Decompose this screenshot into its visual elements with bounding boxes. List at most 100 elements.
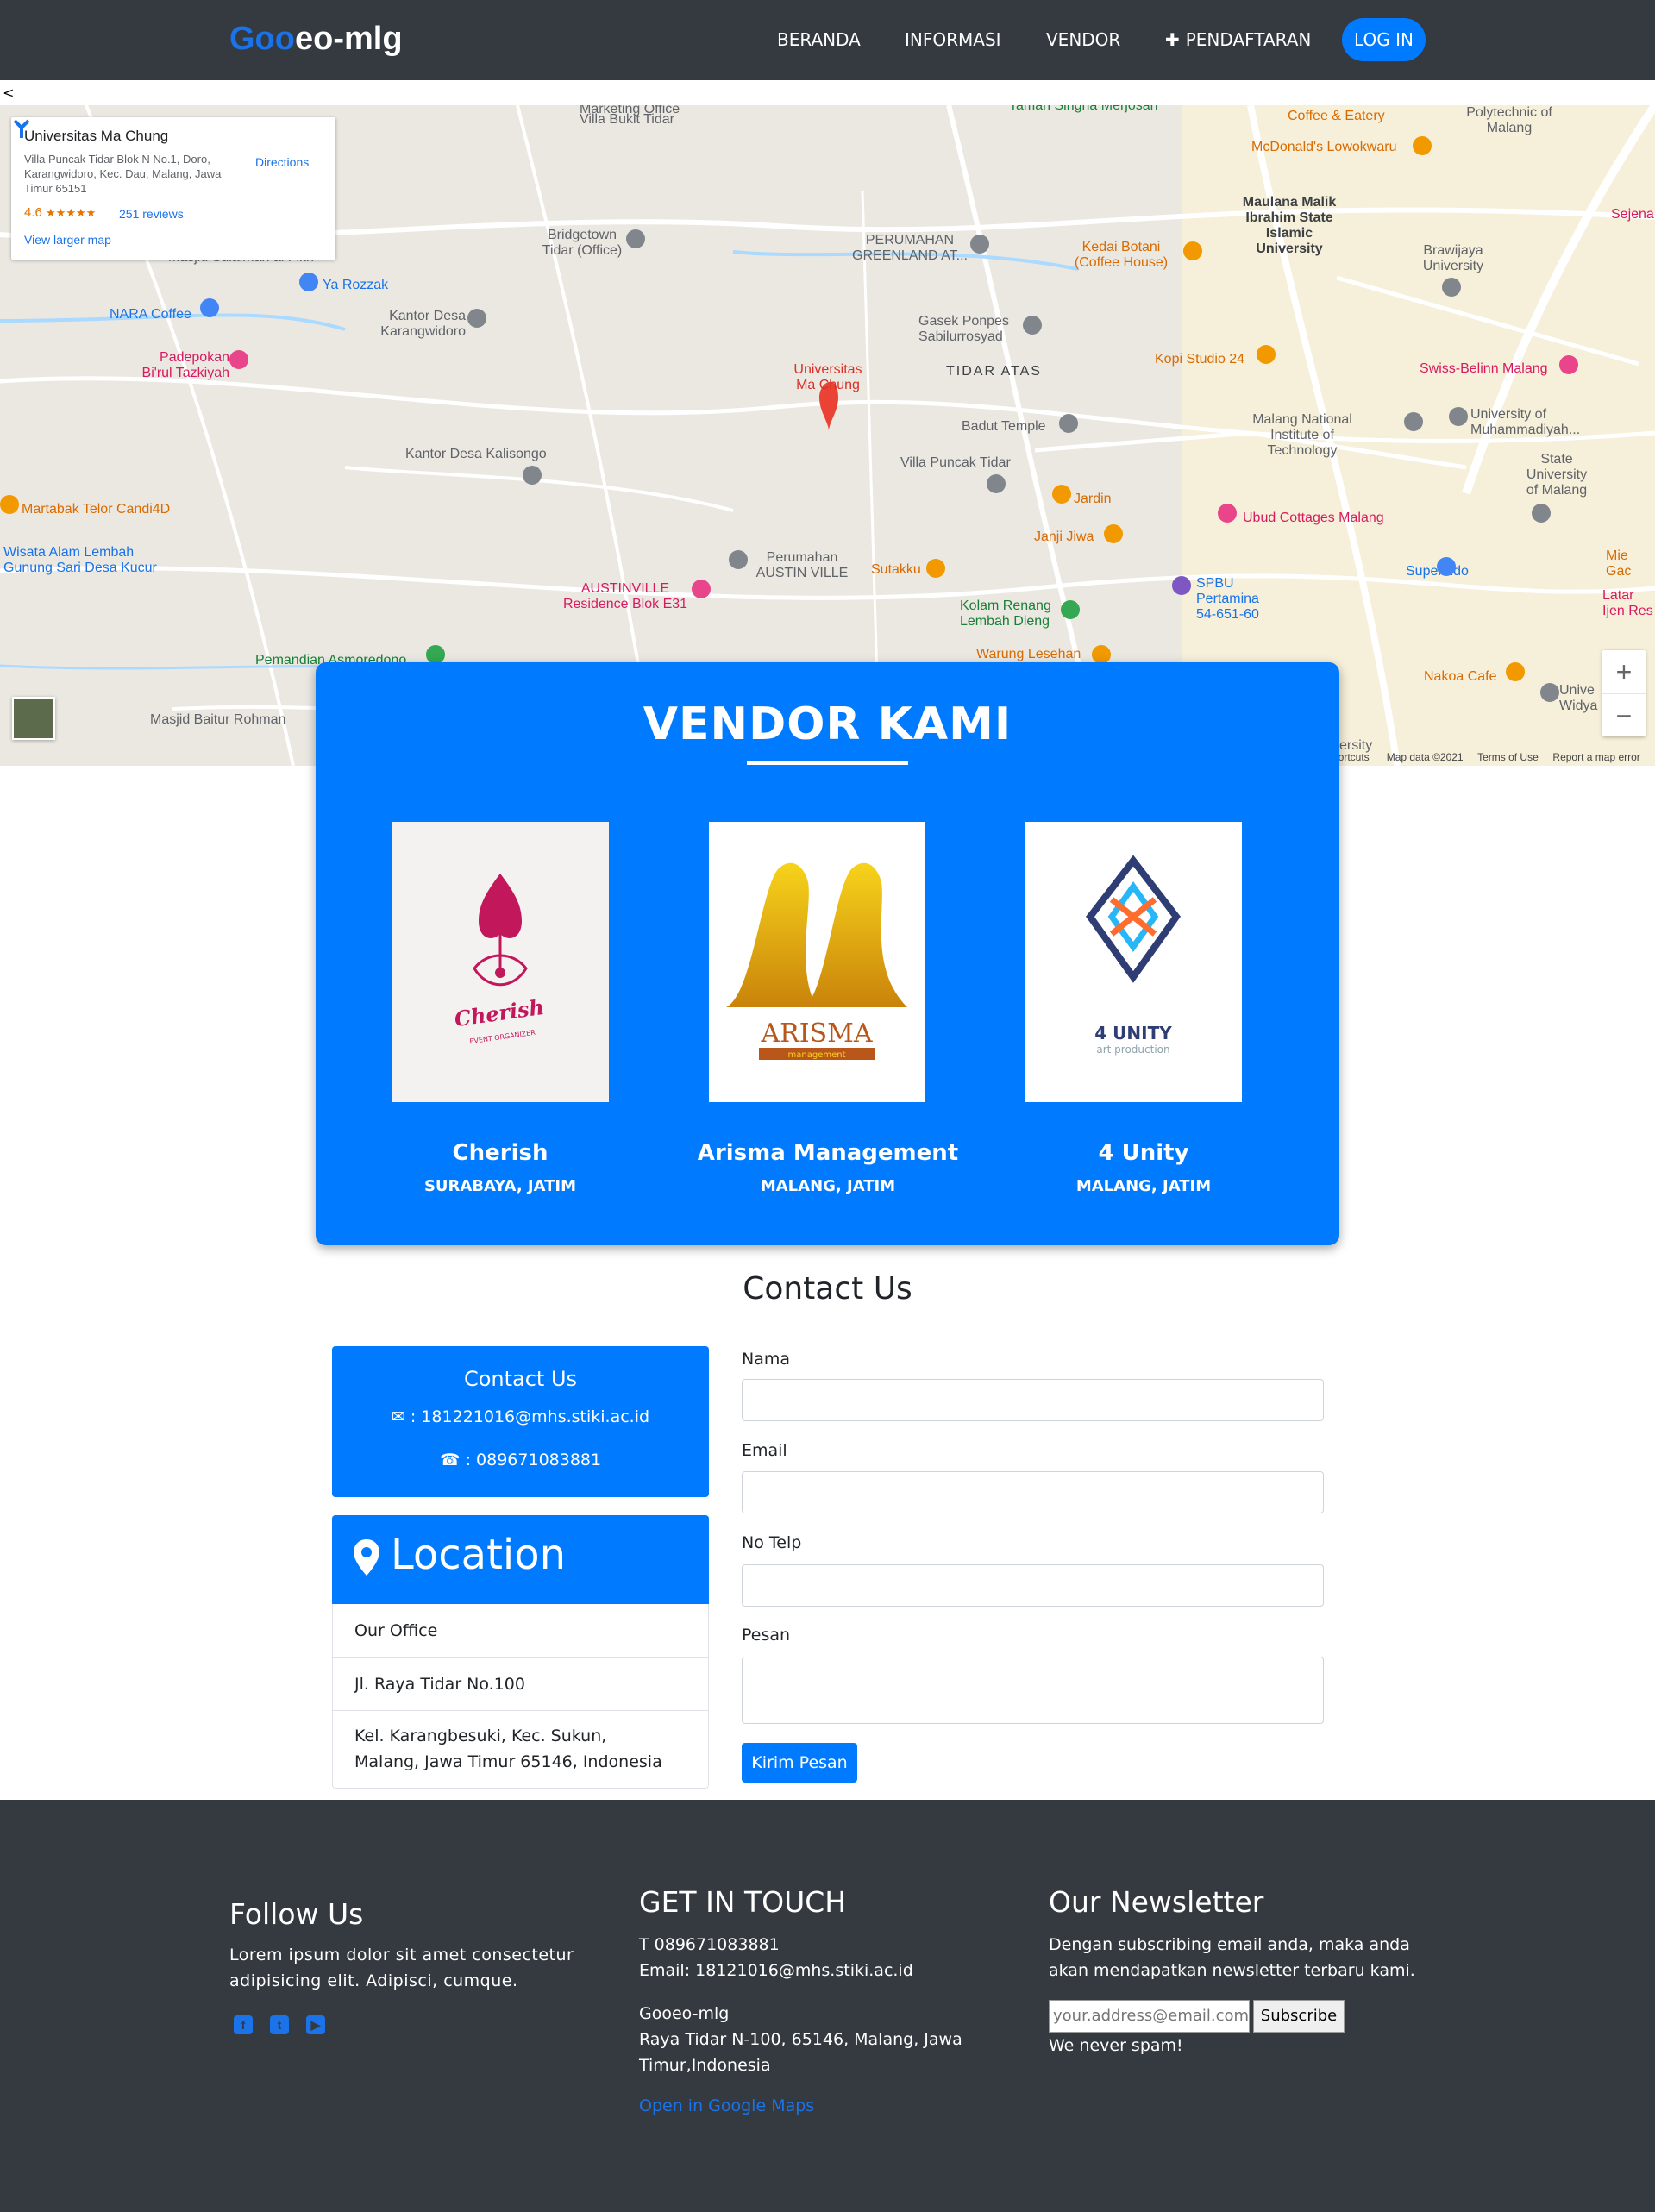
map-label: Ya Rozzak (323, 278, 389, 292)
place-pin-icon[interactable] (1061, 600, 1080, 619)
twitter-icon[interactable]: t (270, 2015, 289, 2034)
vendor-name[interactable]: Arisma Management (673, 1140, 983, 1166)
map-label: Malang National Institute of Technology (1252, 412, 1352, 458)
nav-vendor[interactable]: VENDOR (1046, 29, 1120, 50)
zoom-out-button[interactable]: − (1602, 693, 1646, 736)
map-label: McDonald's Lowokwaru (1251, 140, 1397, 154)
place-pin-icon[interactable] (0, 495, 19, 514)
envelope-icon: ✉ (391, 1407, 411, 1426)
place-pin-icon[interactable] (1559, 355, 1578, 374)
vendor-name[interactable]: 4 Unity (988, 1140, 1299, 1166)
brand-part1: Goo (229, 21, 295, 57)
map-label: PERUMAHAN GREENLAND AT... (852, 233, 968, 263)
place-pin-icon[interactable] (626, 229, 645, 248)
newsletter-title: Our Newsletter (1049, 1885, 1264, 1919)
facebook-icon[interactable]: f (234, 2015, 253, 2034)
place-pin-icon[interactable] (1183, 241, 1202, 260)
stray-character: < (3, 85, 15, 101)
satellite-toggle[interactable] (12, 697, 55, 740)
place-pin-icon[interactable] (1172, 576, 1191, 595)
map-label: Janji Jiwa (1034, 530, 1094, 544)
svg-text:ARISMA: ARISMA (760, 1018, 872, 1049)
map-label: Martabak Telor Candi4D (22, 502, 171, 517)
brand-logo[interactable]: Gooeo-mlg (229, 21, 403, 58)
place-pin-icon[interactable] (1449, 407, 1468, 426)
place-pin-icon[interactable] (970, 235, 989, 254)
nav-informasi[interactable]: INFORMASI (905, 29, 1001, 50)
newsletter-email-input[interactable]: your.address@email.com (1049, 2000, 1250, 2033)
directions-link[interactable]: Directions (255, 155, 309, 169)
place-pin-icon[interactable] (1059, 414, 1078, 433)
place-pin-icon[interactable] (926, 559, 945, 578)
cherish-logo-icon: Cherish EVENT ORGANIZER (453, 874, 546, 1045)
vendor-logo-cherish[interactable]: Cherish EVENT ORGANIZER (392, 822, 609, 1102)
directions-icon[interactable] (11, 117, 32, 140)
place-pin-icon[interactable] (1506, 662, 1525, 681)
place-pin-icon[interactable] (299, 273, 318, 291)
place-pin-icon[interactable] (987, 474, 1006, 493)
submit-button[interactable]: Kirim Pesan (742, 1743, 857, 1783)
map-label: Kantor Desa Karangwidoro (380, 309, 466, 339)
vendor-logo-arisma[interactable]: ARISMA management (709, 822, 925, 1102)
footer-address: Raya Tidar N-100, 65146, Malang, Jawa Ti… (639, 2030, 962, 2075)
location-header: Location (332, 1515, 709, 1604)
nav-beranda[interactable]: BERANDA (777, 29, 861, 50)
place-pin-icon[interactable] (229, 350, 248, 369)
telp-field[interactable] (742, 1564, 1324, 1607)
place-pin-icon[interactable] (1257, 345, 1276, 364)
place-pin-icon[interactable] (200, 298, 219, 317)
nav-pendaftaran[interactable]: ✚ PENDAFTARAN (1165, 29, 1311, 50)
place-pin-icon[interactable] (1023, 316, 1042, 335)
terms-link[interactable]: Terms of Use (1477, 751, 1539, 763)
nama-field[interactable] (742, 1379, 1324, 1421)
map-label: Maulana Malik Ibrahim State Islamic Univ… (1242, 195, 1337, 256)
youtube-icon[interactable]: ▶ (306, 2015, 325, 2034)
map-label: Swiss-Belinn Malang (1420, 361, 1548, 376)
unity-logo-icon: 4 UNITY art production (1086, 855, 1181, 1056)
map-label: AUSTINVILLE Residence Blok E31 (562, 581, 688, 611)
contact-box-title: Contact Us (463, 1367, 578, 1391)
map-label: Villa Puncak Tidar (900, 455, 1011, 470)
title-underline (747, 761, 908, 765)
map-label: Kantor Desa Kalisongo (405, 447, 547, 461)
place-pin-icon[interactable] (1437, 557, 1456, 576)
place-pin-icon[interactable] (523, 466, 542, 485)
place-pin-icon[interactable] (1442, 278, 1461, 297)
place-pin-icon[interactable] (1052, 485, 1071, 504)
map-label: NARA Coffee (110, 307, 191, 322)
map-label: SPBU Pertamina 54-651-60 (1196, 576, 1259, 622)
place-pin-icon[interactable] (467, 309, 486, 328)
map-label: Unive Widya (1559, 683, 1598, 713)
place-pin-icon[interactable] (1092, 645, 1111, 664)
reviews-link[interactable]: 251 reviews (119, 207, 184, 221)
map-label: Ubud Cottages Malang (1243, 511, 1384, 525)
pesan-textarea[interactable] (742, 1657, 1324, 1724)
contact-phone-text: : 089671083881 (465, 1451, 602, 1469)
open-google-maps-link[interactable]: Open in Google Maps (639, 2096, 814, 2115)
place-rating: 4.6 ★★★★★ (24, 205, 96, 220)
place-pin-icon[interactable] (1404, 412, 1423, 431)
report-map-error-link[interactable]: Report a map error (1552, 751, 1639, 763)
place-pin-icon[interactable] (1532, 504, 1551, 523)
star-icons: ★★★★★ (46, 206, 97, 219)
place-pin-icon[interactable] (1104, 524, 1123, 543)
place-pin-icon[interactable] (692, 580, 711, 598)
view-larger-map-link[interactable]: View larger map (24, 233, 111, 247)
map-footer: hortcuts Map data ©2021 Terms of Use Rep… (1332, 751, 1640, 763)
place-pin-icon[interactable] (1413, 136, 1432, 155)
login-button[interactable]: LOG IN (1342, 18, 1426, 61)
email-field[interactable] (742, 1471, 1324, 1513)
place-pin-icon[interactable] (426, 645, 445, 664)
place-pin-icon[interactable] (729, 550, 748, 569)
place-pin-icon[interactable] (1218, 504, 1237, 523)
map-label: Warung Lesehan (976, 647, 1081, 661)
subscribe-button[interactable]: Subscribe (1253, 2000, 1345, 2033)
vendor-name[interactable]: Cherish (345, 1140, 655, 1166)
zoom-in-button[interactable]: + (1602, 650, 1646, 693)
location-title: Location (391, 1531, 567, 1579)
nav-pendaftaran-label: PENDAFTARAN (1185, 29, 1312, 50)
map-label: Bridgetown Tidar (Office) (542, 228, 623, 258)
map-label: Kolam Renang Lembah Dieng (960, 598, 1051, 629)
place-pin-icon[interactable] (1540, 683, 1559, 702)
vendor-logo-4unity[interactable]: 4 UNITY art production (1025, 822, 1242, 1102)
